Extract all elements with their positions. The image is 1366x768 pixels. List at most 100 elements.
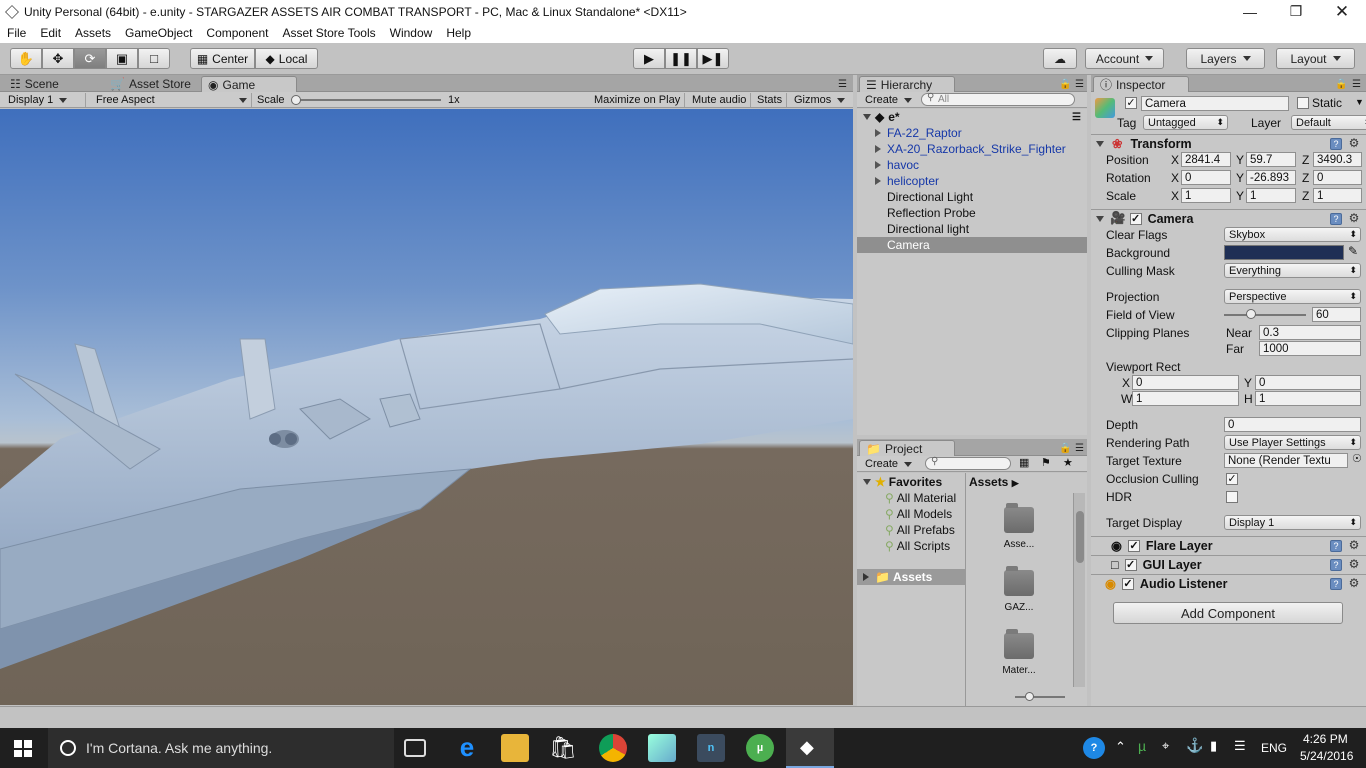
gear-icon[interactable]: ⚙ [1348,212,1360,225]
tag-dropdown[interactable]: Untagged [1143,115,1228,130]
step-button[interactable]: ▶❚ [697,48,729,69]
far-field[interactable]: 1000 [1259,341,1361,356]
help-icon[interactable]: ? [1330,212,1342,225]
menu-gameobject[interactable]: GameObject [118,26,199,40]
cortana-search-box[interactable]: I'm Cortana. Ask me anything. [48,728,394,768]
aspect-dropdown[interactable]: Free Aspect [92,93,252,107]
menu-file[interactable]: File [0,26,33,40]
hierarchy-item[interactable]: helicopter [857,173,1087,189]
projection-dropdown[interactable]: Perspective [1224,289,1361,304]
asset-folder[interactable]: Mater... [995,629,1043,676]
asset-folder[interactable]: GAZ... [995,566,1043,613]
flare-layer-header[interactable]: ◉ ✓ Flare Layer ? ⚙ [1091,536,1366,554]
clock-date[interactable]: 5/24/2016 [1300,749,1353,763]
menu-asset-store-tools[interactable]: Asset Store Tools [275,26,382,40]
network-icon[interactable]: ⌖ [1162,738,1169,754]
fov-slider-handle[interactable] [1246,309,1257,319]
rendering-path-dropdown[interactable]: Use Player Settings [1224,435,1361,450]
scale-z-field[interactable]: 1 [1313,188,1362,203]
edge-browser-icon[interactable]: e [453,734,481,762]
fov-slider-track[interactable] [1224,314,1306,316]
layers-dropdown[interactable]: Layers [1186,48,1265,69]
maximize-button[interactable]: ❐ [1273,0,1319,23]
hierarchy-create-dropdown[interactable]: Create [861,93,916,107]
help-icon[interactable]: ? [1330,577,1342,590]
viewport-h-field[interactable]: 1 [1255,391,1361,406]
hierarchy-item[interactable]: Reflection Probe [857,205,1087,221]
battery-icon[interactable]: ▮ [1210,738,1217,754]
rotate-tool-icon[interactable]: ⟳ [74,48,106,69]
static-checkbox[interactable] [1297,97,1309,109]
store-icon[interactable]: 🛍 [549,734,577,762]
position-z-field[interactable]: 3490.3 [1313,152,1362,167]
app-icon[interactable] [648,734,676,762]
favorites-header[interactable]: ★ Favorites [857,474,966,490]
utorrent-tray-icon[interactable]: µ [1138,738,1146,754]
active-checkbox[interactable]: ✓ [1125,97,1137,109]
scale-x-field[interactable]: 1 [1181,188,1231,203]
transform-header[interactable]: ❀ Transform ? ⚙ [1091,134,1366,152]
scale-y-field[interactable]: 1 [1246,188,1296,203]
occlusion-culling-checkbox[interactable]: ✓ [1226,473,1238,485]
gear-icon[interactable]: ⚙ [1348,558,1360,571]
help-tray-icon[interactable]: ? [1083,737,1105,759]
favorite-star-icon[interactable]: ★ [1063,456,1073,469]
tab-inspector[interactable]: ⓘ Inspector [1093,76,1189,92]
display-dropdown[interactable]: Display 1 [4,93,86,107]
hierarchy-item[interactable]: XA-20_Razorback_Strike_Fighter [857,141,1087,157]
target-display-dropdown[interactable]: Display 1 [1224,515,1361,530]
tab-asset-store[interactable]: 🛒 Asset Store [104,76,197,92]
hand-tool-icon[interactable]: ✋ [10,48,42,69]
gizmos-dropdown[interactable]: Gizmos [790,93,849,107]
task-view-icon[interactable] [404,739,426,757]
hierarchy-item[interactable]: FA-22_Raptor [857,125,1087,141]
static-dropdown-icon[interactable]: ▼ [1355,97,1364,107]
file-explorer-icon[interactable] [501,734,529,762]
pivot-local-button[interactable]: ◆ Local [255,48,318,69]
hierarchy-item[interactable]: havoc [857,157,1087,173]
panel-menu-icon[interactable]: ☰ [1069,76,1090,92]
layer-dropdown[interactable]: Default [1291,115,1366,130]
project-scrollbar[interactable] [1073,493,1085,687]
project-breadcrumb[interactable]: Assets ▶ [969,475,1019,489]
pivot-center-button[interactable]: ▦ Center [190,48,255,69]
menu-help[interactable]: Help [439,26,478,40]
hierarchy-search-input[interactable]: All [921,93,1075,106]
language-indicator[interactable]: ENG [1261,741,1287,755]
target-texture-field[interactable]: None (Render Textu [1224,453,1348,468]
asset-folder[interactable]: Asse... [995,503,1043,550]
filter-label-icon[interactable]: ⚑ [1041,456,1051,469]
pause-button[interactable]: ❚❚ [665,48,697,69]
camera-header[interactable]: 🎥 ✓ Camera ? ⚙ [1091,209,1366,227]
scene-menu-icon[interactable]: ☰ [1072,112,1081,123]
rotation-z-field[interactable]: 0 [1313,170,1362,185]
icon-size-slider-handle[interactable] [1025,692,1034,701]
menu-component[interactable]: Component [199,26,275,40]
position-x-field[interactable]: 2841.4 [1181,152,1231,167]
clear-flags-dropdown[interactable]: Skybox [1224,227,1361,242]
play-button[interactable]: ▶ [633,48,665,69]
scene-root[interactable]: ◆ e* ☰ [857,109,1087,125]
cloud-icon[interactable]: ☁ [1043,48,1077,69]
scale-slider-handle[interactable] [291,95,301,105]
gui-layer-header[interactable]: □ ✓ GUI Layer ? ⚙ [1091,555,1366,573]
wifi-icon[interactable]: ⚓ [1186,737,1203,754]
favorite-item[interactable]: ⚲ All Models [857,506,966,522]
hdr-checkbox[interactable] [1226,491,1238,503]
tab-game[interactable]: ◉ Game [201,76,297,92]
fov-field[interactable]: 60 [1312,307,1361,322]
icon-size-slider[interactable] [1015,696,1065,698]
audio-listener-checkbox[interactable]: ✓ [1121,577,1134,590]
chrome-icon[interactable] [599,734,627,762]
scale-slider-track[interactable] [293,99,441,101]
rotation-y-field[interactable]: -26.893 [1246,170,1296,185]
audio-listener-header[interactable]: ◉ ✓ Audio Listener ? ⚙ [1091,574,1366,592]
object-name-field[interactable]: Camera [1141,96,1289,111]
game-view[interactable] [0,109,853,705]
viewport-x-field[interactable]: 0 [1132,375,1239,390]
help-icon[interactable]: ? [1330,137,1342,150]
help-icon[interactable]: ? [1330,558,1342,571]
gear-icon[interactable]: ⚙ [1348,577,1360,590]
help-icon[interactable]: ? [1330,539,1342,552]
gui-layer-checkbox[interactable]: ✓ [1124,558,1137,571]
